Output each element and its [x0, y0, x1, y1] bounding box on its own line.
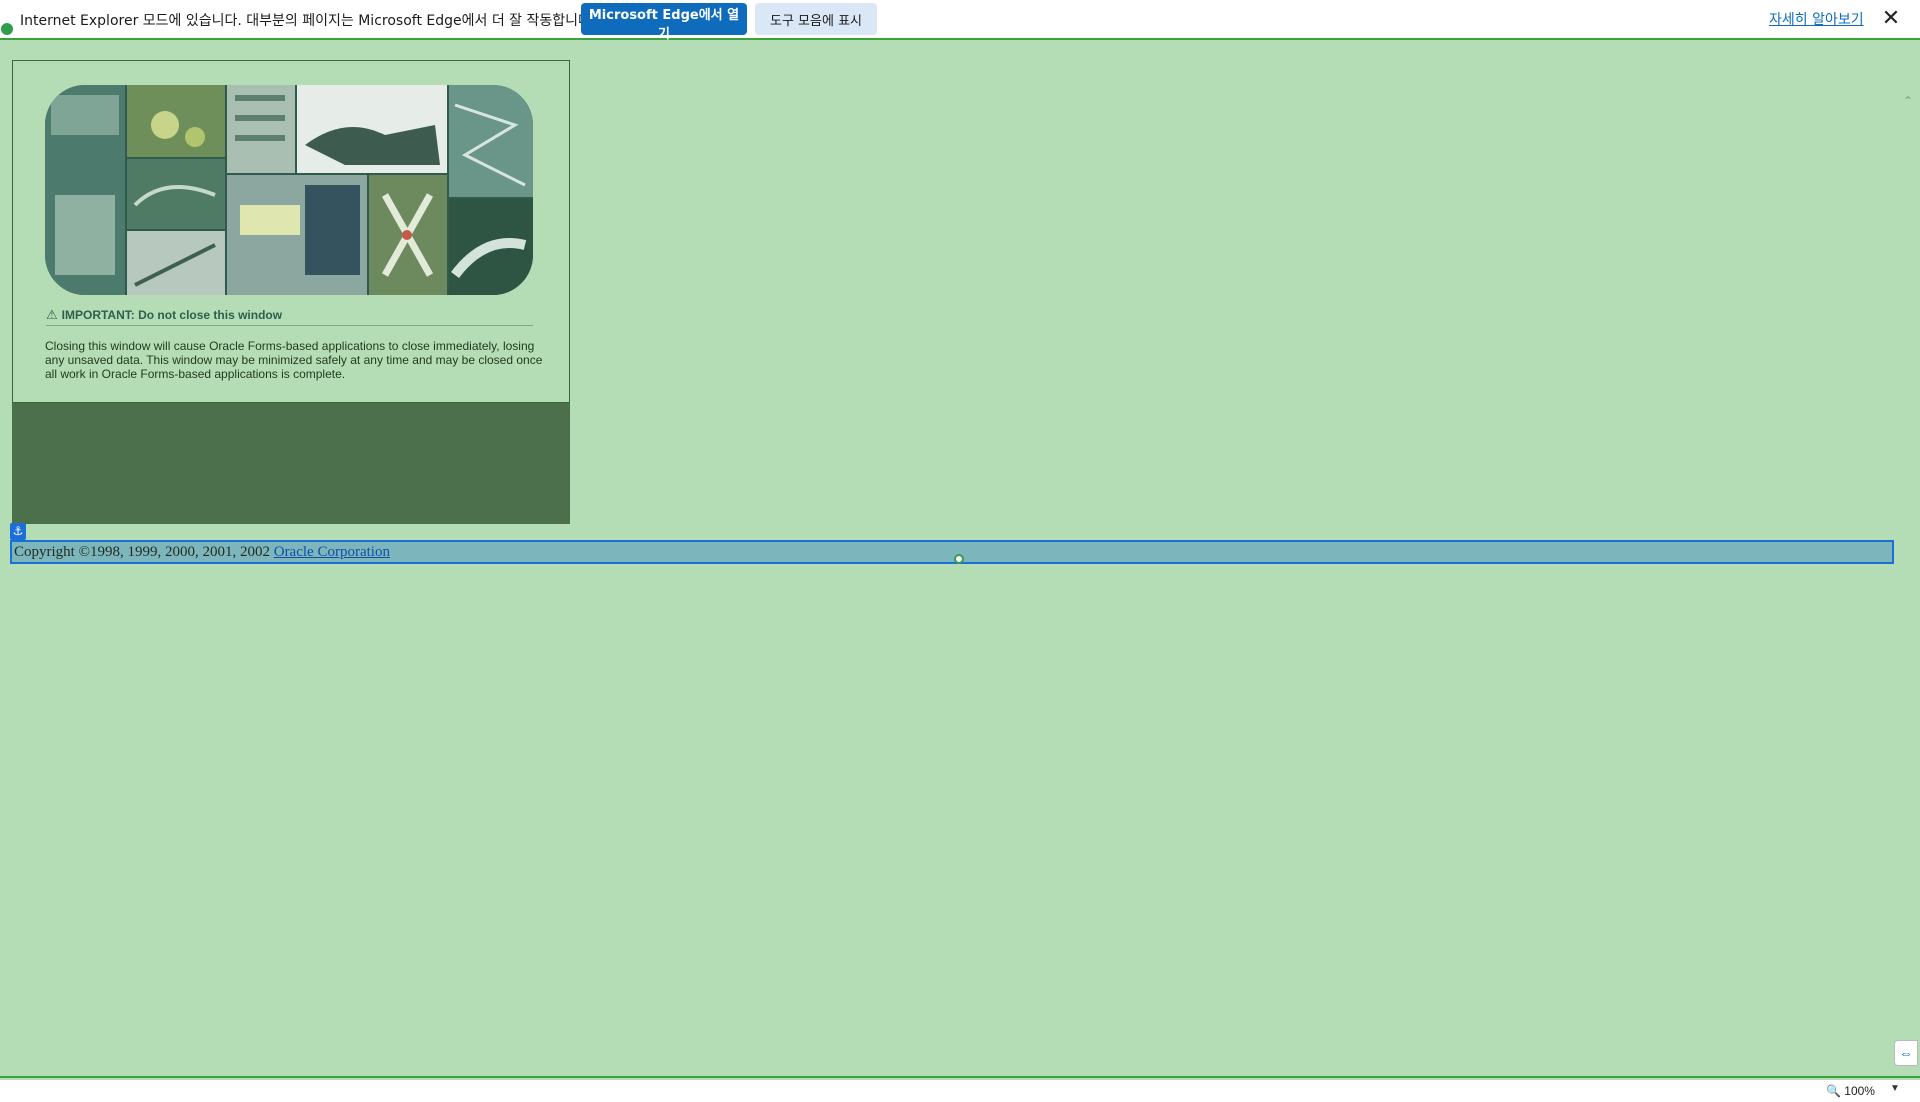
close-icon[interactable]: ✕	[1881, 6, 1901, 30]
oracle-forms-panel: ⚠ IMPORTANT: Do not close this window Clo…	[12, 60, 570, 403]
side-panel-icon[interactable]: ⇔	[1894, 1040, 1918, 1066]
warning-divider	[46, 325, 533, 326]
ie-mode-message: Internet Explorer 모드에 있습니다. 대부분의 페이지는 Mi…	[20, 13, 596, 29]
copyright-prefix: Copyright ©1998, 1999, 2000, 2001, 2002	[14, 544, 270, 560]
status-bar: 🔍 100% ▼	[0, 1080, 1920, 1102]
zoom-value: 100%	[1844, 1084, 1875, 1098]
copyright-text: Copyright ©1998, 1999, 2000, 2001, 2002 …	[14, 544, 390, 561]
warning-heading: ⚠ IMPORTANT: Do not close this window	[46, 307, 282, 323]
collage-image	[45, 85, 533, 295]
warning-text: Closing this window will cause Oracle Fo…	[45, 339, 543, 381]
anchor-icon: ⚓	[10, 523, 26, 540]
zoom-dropdown-icon[interactable]: ▼	[1890, 1083, 1900, 1094]
copyright-bar: Copyright ©1998, 1999, 2000, 2001, 2002 …	[10, 540, 1894, 564]
zoom-level[interactable]: 🔍 100%	[1826, 1084, 1875, 1098]
oracle-corporation-link[interactable]: Oracle Corporation	[274, 544, 390, 560]
ie-mode-icon	[0, 22, 14, 36]
dark-applet-area	[12, 403, 570, 524]
warning-triangle-icon: ⚠	[46, 307, 58, 322]
page-content: ⚠ IMPORTANT: Do not close this window Clo…	[0, 40, 1920, 1098]
open-in-edge-button[interactable]: Microsoft Edge에서 열기	[581, 3, 747, 42]
warning-title: IMPORTANT: Do not close this window	[61, 308, 283, 322]
resize-handle[interactable]	[954, 554, 964, 564]
learn-more-link[interactable]: 자세히 알아보기	[1769, 9, 1864, 29]
ie-mode-notification-bar: Internet Explorer 모드에 있습니다. 대부분의 페이지는 Mi…	[0, 0, 1920, 42]
scroll-up-icon[interactable]: ⌃	[1900, 94, 1916, 110]
show-in-toolbar-button[interactable]: 도구 모음에 표시	[755, 3, 877, 35]
